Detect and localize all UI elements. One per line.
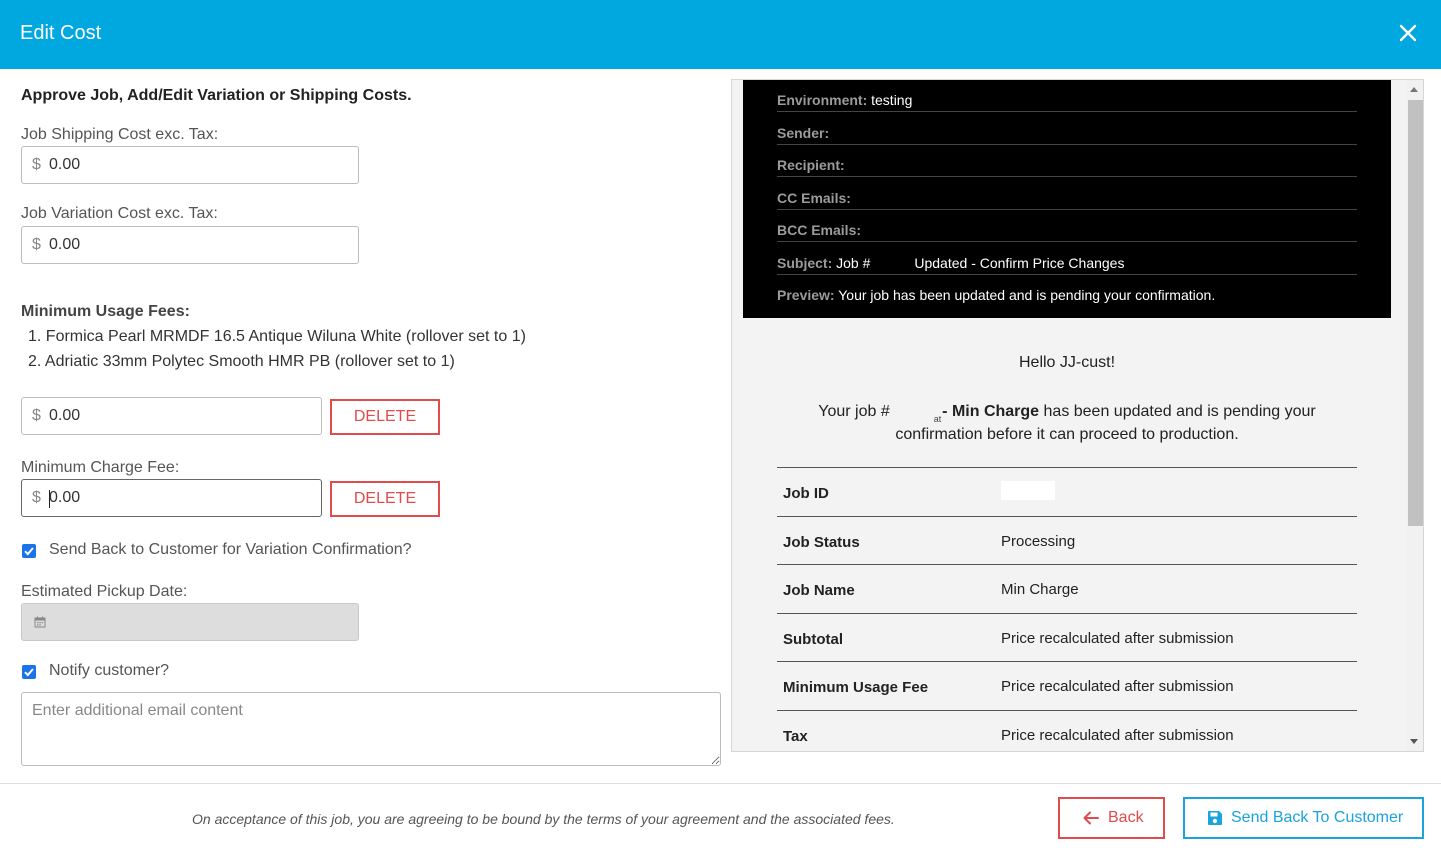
notify-customer-label: Notify customer? [49,662,170,679]
message-pre: Your job # [818,403,890,420]
close-icon[interactable] [1397,22,1419,44]
email-body: Hello JJ-cust! Your job # at - Min Charge… [743,318,1391,752]
meta-row-recipient: Recipient: [777,145,1357,177]
scroll-up-icon[interactable] [1410,87,1418,92]
job-id-value [1001,481,1055,500]
modal-title: Edit Cost [20,22,102,44]
meta-value: Your job has been updated and is pending… [838,287,1216,303]
list-item: 2. Adriatic 33mm Polytec Smooth HMR PB (… [28,353,455,370]
meta-key: BCC Emails: [777,222,862,238]
email-message: Your job # at - Min Charge has been updat… [803,400,1331,446]
back-button[interactable]: Back [1058,797,1165,839]
meta-key: Recipient: [777,157,845,173]
subject-suffix: Updated - Confirm Price Changes [914,255,1125,271]
send-back-label: Send Back to Customer for Variation Conf… [49,541,412,558]
terms-note: On acceptance of this job, you are agree… [192,811,895,827]
meta-row-sender: Sender: [777,113,1357,145]
checkmark-icon [24,668,34,677]
send-back-to-customer-button[interactable]: Send Back To Customer [1183,797,1424,839]
meta-key: CC Emails: [777,190,851,206]
email-preview-panel: Environment: testing Sender: Recipient: … [731,79,1424,752]
row-value: Min Charge [1001,581,1079,598]
meta-row-cc: CC Emails: [777,178,1357,210]
currency-symbol: $ [32,489,41,506]
send-button-label: Send Back To Customer [1231,809,1404,826]
min-usage-fees-list: 1. Formica Pearl MRMDF 16.5 Antique Wilu… [28,327,526,377]
back-button-label: Back [1108,809,1144,826]
email-content-textarea[interactable] [21,692,721,766]
meta-key: Subject: [777,255,833,271]
save-icon [1208,811,1222,825]
table-row: Job Name Min Charge [777,564,1357,613]
scroll-down-icon[interactable] [1410,739,1418,744]
meta-row-environment: Environment: testing [777,80,1357,112]
min-charge-input[interactable] [49,484,299,512]
shipping-cost-label: Job Shipping Cost exc. Tax: [21,126,219,143]
calendar-icon [34,616,46,628]
list-item: 1. Formica Pearl MRMDF 16.5 Antique Wilu… [28,328,526,345]
arrow-left-icon [1083,811,1099,825]
row-key: Job Status [783,533,860,551]
scroll-thumb[interactable] [1408,100,1423,526]
row-value: Price recalculated after submission [1001,678,1234,695]
modal-footer: On acceptance of this job, you are agree… [0,783,1441,848]
checkmark-icon [24,547,34,556]
row-value: Price recalculated after submission [1001,629,1234,647]
delete-min-usage-button[interactable]: DELETE [330,399,440,435]
currency-symbol: $ [32,236,41,253]
meta-row-bcc: BCC Emails: [777,210,1357,242]
row-key: Tax [783,727,808,745]
min-usage-fee-input[interactable] [49,402,299,430]
table-row: Job Status Processing [777,515,1357,565]
row-key: Job ID [783,485,829,502]
table-row: Subtotal Price recalculated after submis… [777,612,1357,662]
send-back-checkbox[interactable] [22,544,36,558]
table-row: Job ID [777,467,1357,516]
cost-form: Approve Job, Add/Edit Variation or Shipp… [0,69,735,783]
meta-row-preview: Preview: Your job has been updated and i… [777,275,1357,307]
meta-key: Environment: [777,92,868,108]
currency-symbol: $ [32,407,41,424]
row-key: Minimum Usage Fee [783,679,929,696]
row-value: Processing [1001,532,1076,550]
pickup-date-label: Estimated Pickup Date: [21,583,188,600]
modal-header: Edit Cost [0,0,1441,69]
message-bold: - Min Charge [942,403,1040,420]
currency-symbol: $ [32,156,41,173]
pickup-date-input[interactable] [21,603,359,641]
meta-value: testing [871,92,913,108]
min-charge-label: Minimum Charge Fee: [21,459,180,476]
min-charge-field: $ [21,479,322,517]
notify-customer-checkbox[interactable] [22,665,36,679]
min-usage-fees-title: Minimum Usage Fees: [21,303,190,320]
subject-prefix: Job # [836,255,871,271]
shipping-cost-field: $ [21,146,359,184]
row-value: Price recalculated after submission [1001,726,1234,744]
table-row: Tax Price recalculated after submission [777,709,1357,752]
email-meta-block: Environment: testing Sender: Recipient: … [743,80,1391,318]
job-details-table: Job ID Job Status Processing Job Name Mi… [777,467,1357,752]
meta-key: Preview: [777,287,835,303]
meta-key: Sender: [777,125,830,141]
form-heading: Approve Job, Add/Edit Variation or Shipp… [21,87,412,104]
message-fragment: at [933,414,942,424]
row-key: Subtotal [783,630,843,648]
delete-min-charge-button[interactable]: DELETE [330,481,440,517]
variation-cost-input[interactable] [49,231,299,259]
variation-cost-field: $ [21,226,359,264]
email-greeting: Hello JJ-cust! [1018,354,1116,371]
preview-scrollbar[interactable] [1406,80,1423,751]
shipping-cost-input[interactable] [49,151,299,179]
table-row: Minimum Usage Fee Price recalculated aft… [777,661,1357,710]
min-usage-fee-field: $ [21,397,322,435]
variation-cost-label: Job Variation Cost exc. Tax: [21,205,218,222]
row-key: Job Name [783,582,855,599]
meta-row-subject: Subject: Job # Updated - Confirm Price Ch… [777,243,1357,275]
